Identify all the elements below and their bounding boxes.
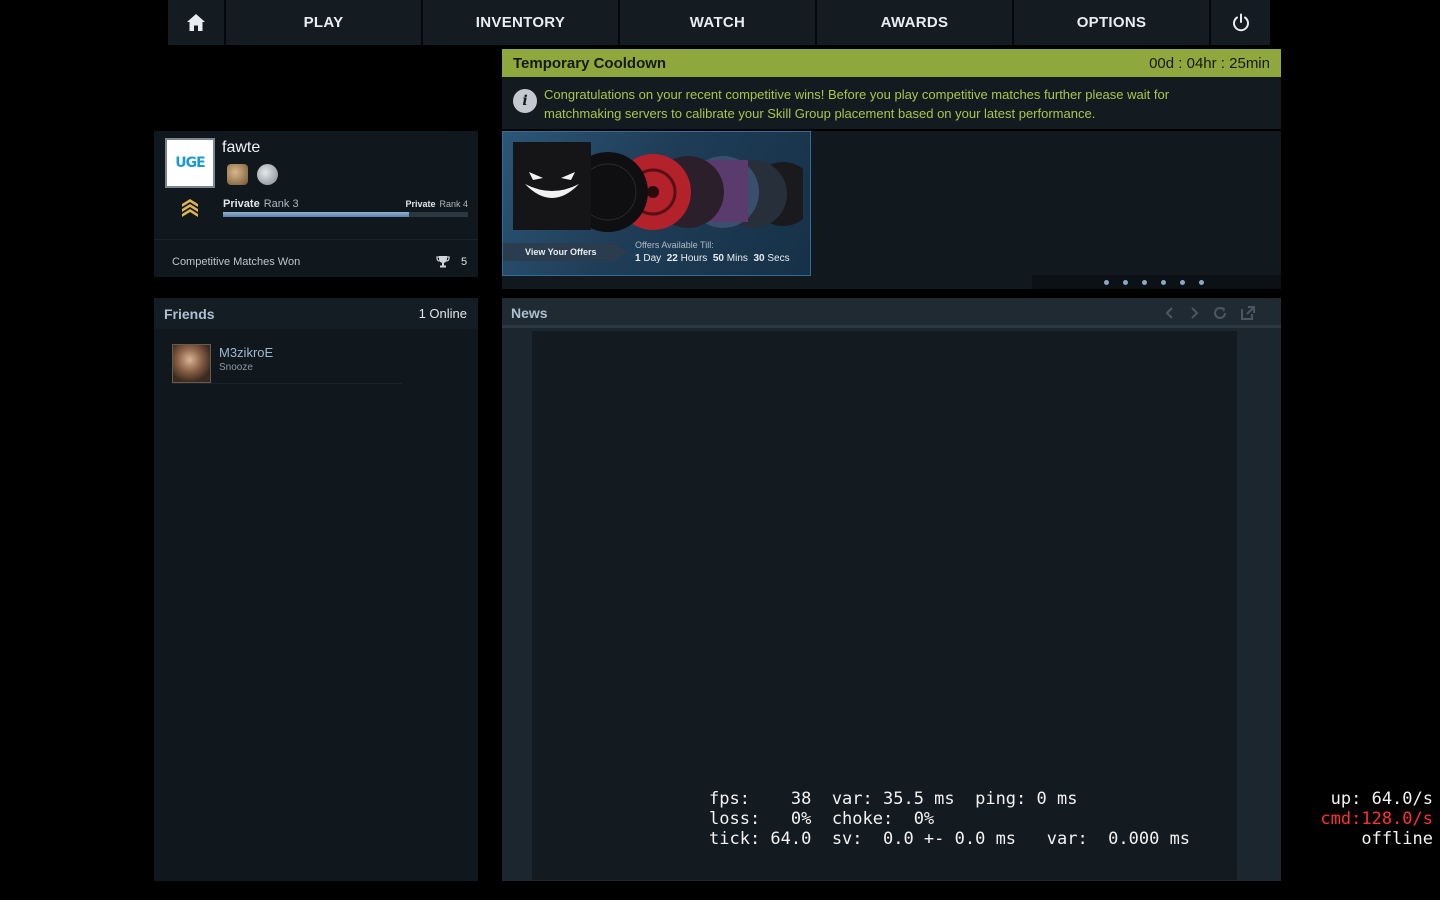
next-rank-level: Rank 4	[439, 199, 468, 209]
music-kit-art-icon	[513, 142, 803, 232]
news-title: News	[511, 305, 548, 321]
offers-days: 1	[635, 253, 641, 264]
info-icon: i	[513, 89, 537, 113]
current-rank-name: Private	[223, 198, 260, 210]
offer-card[interactable]: View Your Offers Offers Available Till: …	[502, 131, 811, 276]
friends-online-count: 1 Online	[418, 306, 467, 321]
view-offers-button[interactable]: View Your Offers	[503, 243, 627, 261]
external-link-icon[interactable]	[1240, 305, 1256, 321]
friends-panel: Friends 1 Online M3zikroE Snooze	[154, 298, 478, 881]
cooldown-banner-body: i Congratulations on your recent competi…	[502, 77, 1281, 129]
friend-list-item[interactable]: M3zikroE Snooze	[172, 342, 402, 384]
competitive-wins-row: Competitive Matches Won 5	[154, 239, 478, 277]
current-rank-label: Private Rank 3	[223, 198, 299, 210]
rank-progress-bar	[223, 212, 468, 217]
offers-mins-label: Mins	[726, 253, 748, 264]
offers-days-label: Day	[643, 253, 662, 264]
nav-play[interactable]: PLAY	[226, 0, 423, 45]
offers-secs-label: Secs	[767, 253, 790, 264]
next-rank-label: Private Rank 4	[405, 199, 468, 209]
netgraph-line-tick: tick: 64.0 sv: 0.0 +- 0.0 ms var: 0.000 …	[709, 829, 1191, 849]
trophy-icon	[436, 256, 450, 268]
rank-chevron-icon	[182, 199, 198, 217]
competitive-wins-label: Competitive Matches Won	[172, 256, 301, 268]
top-navigation: PLAY INVENTORY WATCH AWARDS OPTIONS	[168, 0, 1270, 45]
next-rank-name: Private	[405, 199, 436, 209]
nav-options[interactable]: OPTIONS	[1014, 0, 1211, 45]
rank-progress-fill	[223, 212, 410, 217]
carousel-dot[interactable]	[1142, 279, 1147, 285]
offers-carousel: View Your Offers Offers Available Till: …	[502, 131, 1281, 289]
coin-medal-icon[interactable]	[257, 164, 278, 185]
refresh-icon[interactable]	[1212, 305, 1228, 321]
current-rank-level: Rank 3	[263, 198, 299, 210]
carousel-dot[interactable]	[1123, 279, 1128, 285]
nav-inventory[interactable]: INVENTORY	[423, 0, 620, 45]
net-graph-rates: up: 64.0/s cmd:128.0/s offline	[1320, 789, 1433, 849]
player-profile-card: UGE fawte Private Rank 3 Private Rank 4 Co…	[154, 131, 478, 277]
power-button[interactable]	[1211, 0, 1270, 45]
net-graph-stats: fps: 38 var: 35.5 ms ping: 0 ms loss: 0% …	[709, 789, 1190, 849]
cooldown-title: Temporary Cooldown	[513, 54, 667, 72]
nav-watch[interactable]: WATCH	[620, 0, 817, 45]
player-avatar[interactable]: UGE	[165, 138, 215, 188]
avatar-logo-text: UGE	[175, 155, 205, 171]
friends-title: Friends	[164, 305, 215, 322]
netgraph-cmd-rate: cmd:128.0/s	[1320, 809, 1433, 829]
forward-arrow-icon[interactable]	[1186, 305, 1202, 321]
offers-mins: 50	[712, 253, 724, 264]
offers-hours-label: Hours	[680, 253, 708, 264]
netgraph-line-fps: fps: 38 var: 35.5 ms ping: 0 ms	[709, 789, 1078, 809]
nav-awards[interactable]: AWARDS	[817, 0, 1014, 45]
cooldown-message: Congratulations on your recent competiti…	[544, 87, 1170, 121]
news-header: News	[502, 298, 1281, 328]
cooldown-timer: 00d : 04hr : 25min	[1149, 54, 1270, 72]
carousel-dot[interactable]	[1199, 279, 1204, 285]
back-arrow-icon[interactable]	[1162, 305, 1178, 321]
player-name[interactable]: fawte	[222, 139, 260, 157]
carousel-pagination	[1032, 275, 1281, 289]
carousel-dot[interactable]	[1161, 279, 1166, 285]
medal-icon[interactable]	[227, 164, 248, 185]
cooldown-banner-header: Temporary Cooldown 00d : 04hr : 25min	[502, 49, 1281, 77]
offers-secs: 30	[753, 253, 765, 264]
home-button[interactable]	[168, 0, 226, 45]
friend-name: M3zikroE	[219, 345, 274, 360]
offers-hours: 22	[666, 253, 678, 264]
friends-header: Friends 1 Online	[154, 298, 478, 329]
competitive-wins-count: 5	[461, 256, 468, 268]
carousel-dot[interactable]	[1104, 279, 1109, 285]
friend-status: Snooze	[219, 362, 253, 373]
netgraph-up-rate: up: 64.0/s	[1330, 789, 1433, 809]
netgraph-line-loss: loss: 0% choke: 0%	[709, 809, 935, 829]
offers-countdown: 1 Day 22 Hours 50 Mins 30 Secs	[635, 253, 790, 264]
offers-available-label: Offers Available Till:	[635, 240, 714, 250]
power-icon	[1232, 13, 1249, 31]
netgraph-status: offline	[1361, 829, 1433, 849]
home-icon	[187, 14, 205, 31]
carousel-dot[interactable]	[1180, 279, 1185, 285]
friend-avatar[interactable]	[172, 344, 211, 383]
